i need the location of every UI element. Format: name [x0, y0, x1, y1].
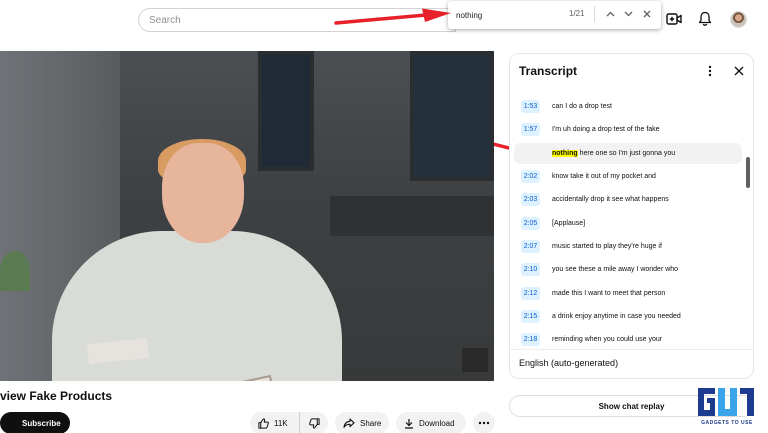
share-button[interactable]: Share — [335, 412, 389, 433]
find-match-count: 1/21 — [569, 9, 585, 18]
gadgets-to-use-logo: GADGETS TO USE — [692, 385, 762, 429]
transcript-language-selector[interactable]: English (auto-generated) — [519, 358, 618, 368]
segment-timestamp: 2:07 — [521, 240, 540, 253]
segment-text: I'm uh doing a drop test of the fake — [552, 126, 660, 133]
video-channel-watermark[interactable] — [462, 348, 488, 372]
find-divider — [594, 6, 595, 22]
segment-text: reminding when you could use your — [552, 336, 663, 343]
transcript-segment[interactable]: 2:03 accidentally drop it see what happe… — [514, 190, 742, 209]
transcript-title: Transcript — [519, 64, 578, 78]
segment-text: music started to play they're huge if — [552, 243, 662, 250]
logo-tagline: GADGETS TO USE — [701, 420, 753, 426]
segment-text: made this I want to meet that person — [552, 290, 666, 297]
transcript-segment-partial[interactable] — [514, 83, 742, 98]
like-button[interactable]: 11K — [250, 412, 300, 433]
transcript-segment[interactable]: 2:10 you see these a mile away I wonder … — [514, 260, 742, 279]
segment-text: [Applause] — [552, 220, 586, 227]
video-scene-shelf — [330, 196, 494, 236]
transcript-segment[interactable]: 2:18 reminding when you could use your — [514, 330, 742, 349]
like-dislike-group: 11K — [250, 412, 328, 433]
video-player[interactable] — [0, 51, 494, 381]
segment-timestamp: 2:18 — [521, 333, 540, 346]
segment-timestamp: 1:53 — [521, 100, 540, 113]
create-video-icon[interactable] — [665, 10, 683, 28]
segment-text: accidentally drop it see what happens — [552, 196, 669, 203]
more-actions-button[interactable] — [473, 412, 495, 433]
search-match-highlight: nothing — [552, 150, 578, 157]
video-scene-person-head — [162, 143, 244, 243]
segment-text: nothing here one so I'm just gonna you — [552, 150, 675, 157]
segment-timestamp: 2:02 — [521, 170, 540, 183]
segment-timestamp: 2:05 — [521, 217, 540, 230]
transcript-more-vertical-icon[interactable] — [703, 63, 717, 79]
share-label: Share — [360, 418, 382, 428]
transcript-segment-list[interactable]: 1:53 can I do a drop test 1:57 I'm uh do… — [510, 83, 753, 349]
find-previous-chevron-up-icon[interactable] — [603, 7, 617, 21]
share-arrow-icon — [343, 418, 355, 428]
segment-timestamp: 1:57 — [521, 123, 540, 136]
segment-text: a drink enjoy anytime in case you needed — [552, 313, 681, 320]
transcript-segment[interactable]: 2:12 made this I want to meet that perso… — [514, 284, 742, 303]
find-next-chevron-down-icon[interactable] — [621, 7, 635, 21]
transcript-segment-active[interactable]: nothing here one so I'm just gonna you — [514, 143, 742, 164]
find-input[interactable] — [456, 8, 556, 22]
segment-timestamp: 2:15 — [521, 310, 540, 323]
video-scene-window — [410, 51, 494, 181]
download-icon — [405, 418, 413, 429]
download-button[interactable]: Download — [396, 412, 466, 433]
gadgets-to-use-logo-mark — [698, 388, 754, 416]
notifications-bell-icon[interactable] — [696, 10, 714, 28]
segment-timestamp: 2:03 — [521, 193, 540, 206]
find-close-icon[interactable] — [640, 7, 654, 21]
account-avatar[interactable] — [730, 11, 747, 28]
search-input[interactable] — [149, 12, 439, 28]
download-label: Download — [419, 418, 455, 428]
video-title: view Fake Products — [0, 389, 113, 403]
segment-timestamp-hidden — [521, 147, 540, 160]
transcript-segment[interactable]: 1:53 can I do a drop test — [514, 97, 742, 116]
segment-timestamp: 2:10 — [521, 263, 540, 276]
transcript-segment[interactable]: 2:05 [Applause] — [514, 214, 742, 233]
search-box[interactable] — [138, 8, 456, 32]
transcript-segment[interactable]: 2:07 music started to play they're huge … — [514, 237, 742, 256]
transcript-panel: Transcript 1:53 can I do a drop test 1:5… — [509, 53, 754, 379]
segment-timestamp: 2:12 — [521, 287, 540, 300]
transcript-scrollbar-thumb[interactable] — [746, 157, 750, 188]
segment-text-rest: here one so I'm just gonna you — [577, 150, 676, 157]
thumbs-down-icon — [308, 417, 320, 429]
more-horizontal-icon — [478, 421, 490, 425]
video-scene-window — [258, 51, 314, 171]
transcript-segment[interactable]: 1:57 I'm uh doing a drop test of the fak… — [514, 120, 742, 139]
subscribe-button[interactable]: Subscribe — [0, 412, 70, 433]
like-count: 11K — [274, 418, 288, 428]
transcript-segment[interactable]: 2:15 a drink enjoy anytime in case you n… — [514, 307, 742, 326]
dislike-button[interactable] — [300, 412, 328, 433]
transcript-footer: English (auto-generated) — [510, 349, 753, 378]
transcript-segment[interactable]: 2:02 know take it out of my pocket and — [514, 167, 742, 186]
video-scene-plant — [0, 251, 30, 291]
transcript-close-icon[interactable] — [732, 63, 746, 79]
segment-text: can I do a drop test — [552, 103, 612, 110]
thumbs-up-icon — [258, 417, 269, 429]
segment-text: you see these a mile away I wonder who — [552, 266, 679, 273]
segment-text: know take it out of my pocket and — [552, 173, 656, 180]
